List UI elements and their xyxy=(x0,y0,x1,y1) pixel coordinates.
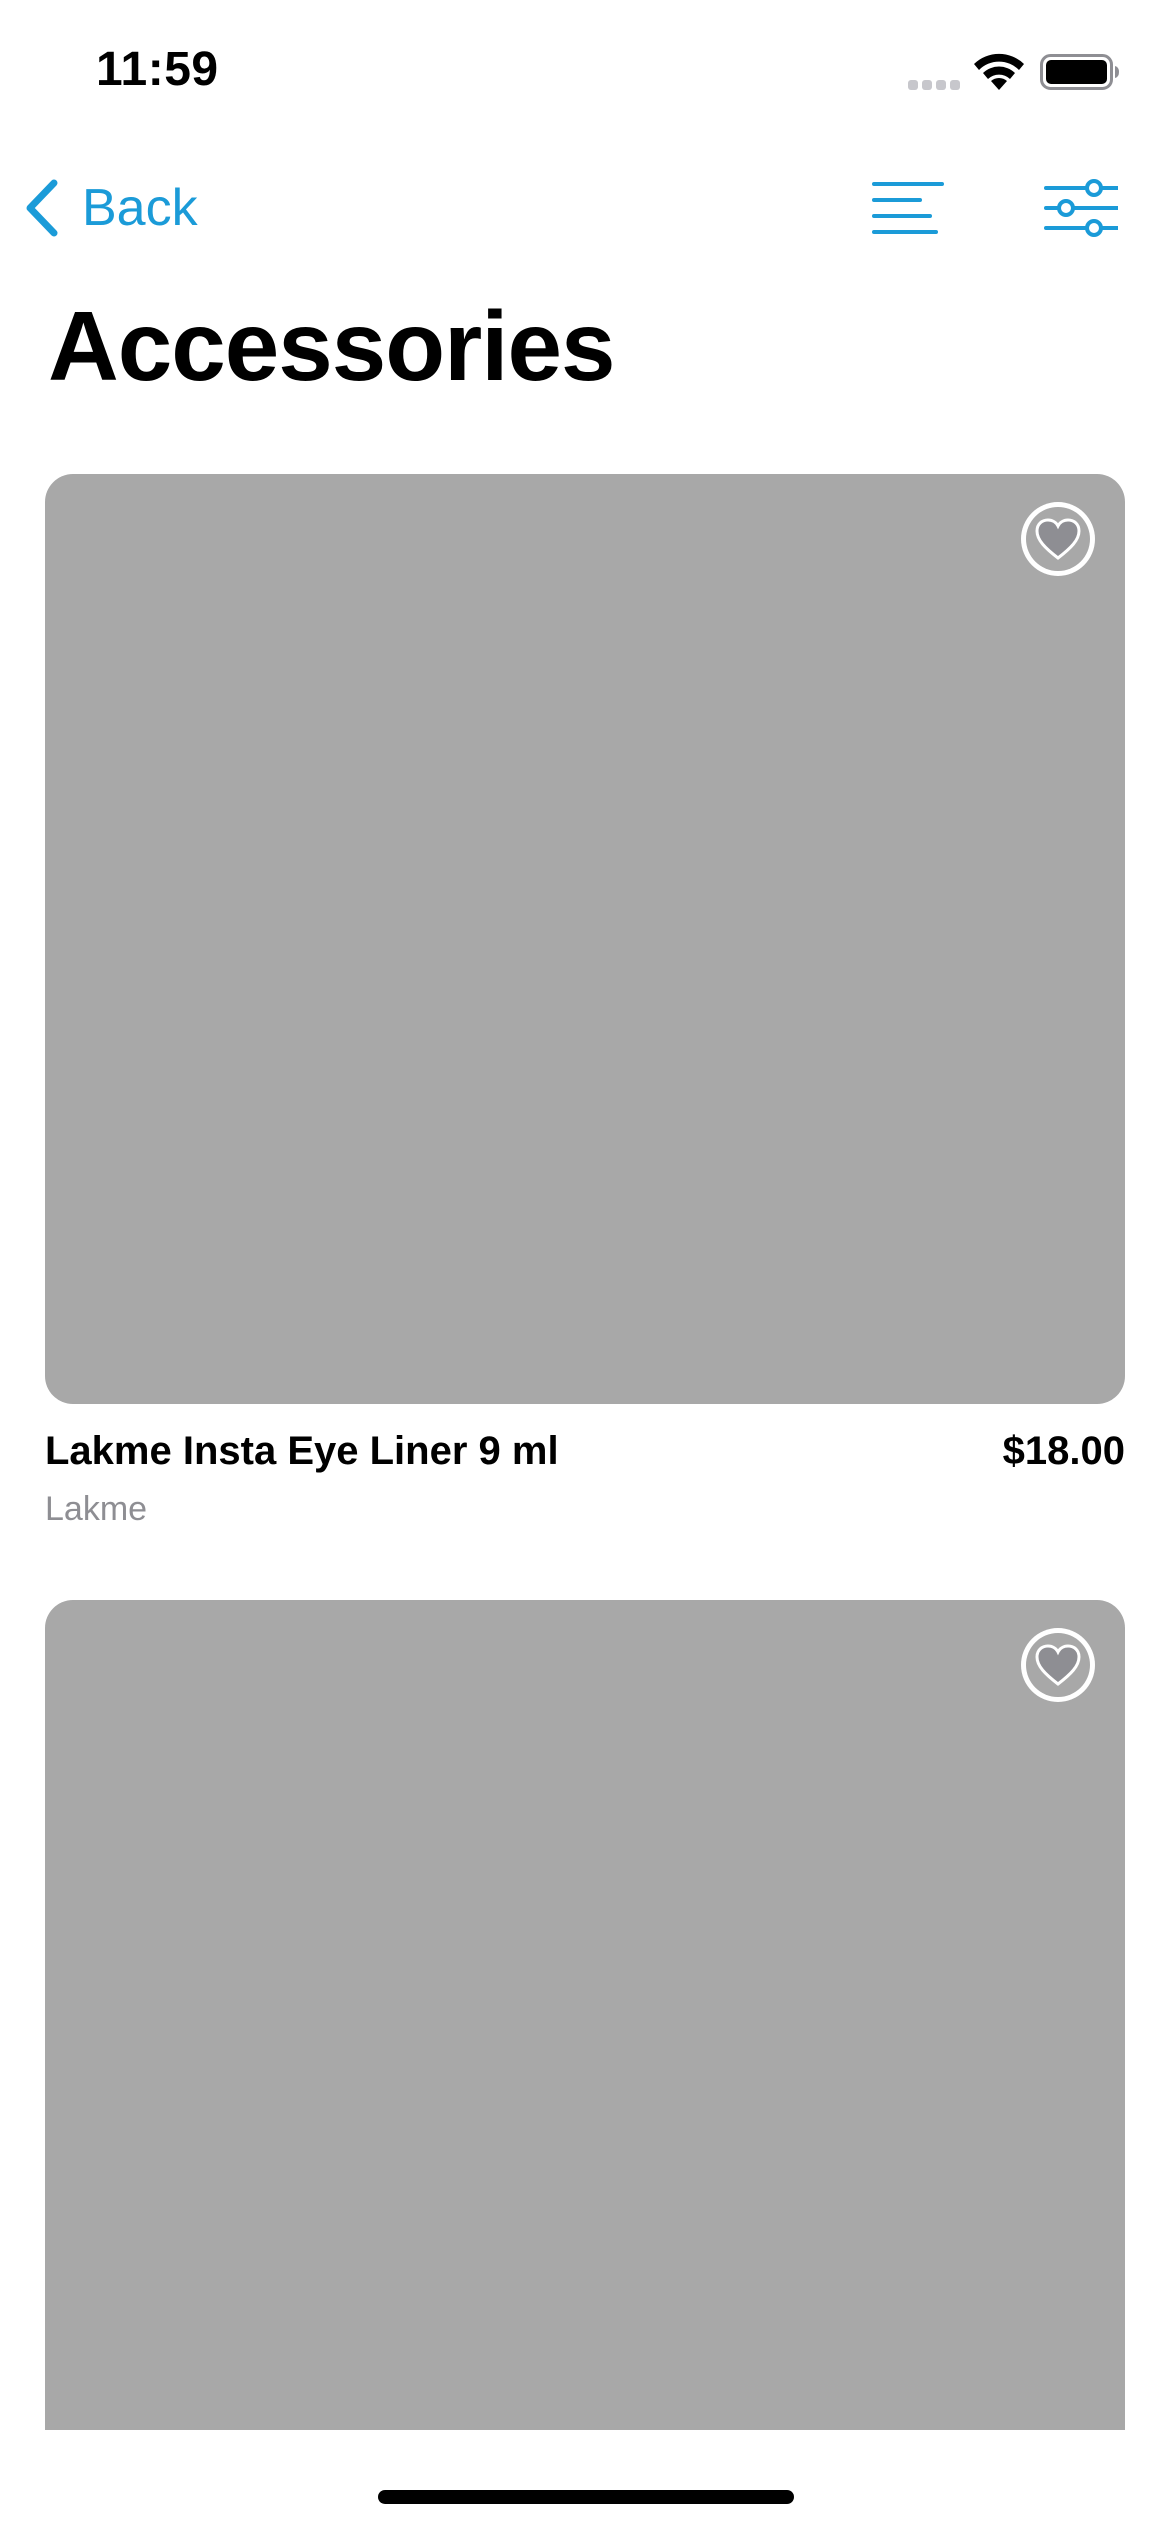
product-price: $18.00 xyxy=(1002,1429,1125,1473)
cellular-signal-icon xyxy=(908,80,960,90)
page-title: Accessories xyxy=(48,291,616,401)
sliders-icon[interactable] xyxy=(1044,174,1118,242)
product-brand: Lakme xyxy=(45,1490,148,1528)
product-card[interactable] xyxy=(45,1600,1125,2430)
product-card[interactable]: Lakme Insta Eye Liner 9 ml $18.00 Lakme xyxy=(45,474,1125,1534)
heart-icon xyxy=(1035,518,1081,560)
back-button[interactable]: Back xyxy=(22,172,198,244)
status-time: 11:59 xyxy=(96,43,219,96)
battery-icon xyxy=(1040,54,1119,90)
product-image[interactable] xyxy=(45,474,1125,1404)
home-indicator[interactable] xyxy=(378,2490,794,2504)
product-info: Lakme Insta Eye Liner 9 ml $18.00 Lakme xyxy=(45,1404,1125,1534)
product-name[interactable]: Lakme Insta Eye Liner 9 ml xyxy=(45,1426,559,1476)
favorite-button[interactable] xyxy=(1021,1628,1095,1702)
status-bar: 11:59 xyxy=(0,0,1170,140)
sort-lines-icon[interactable] xyxy=(872,174,944,242)
product-image[interactable] xyxy=(45,1600,1125,2430)
favorite-button[interactable] xyxy=(1021,502,1095,576)
back-button-label: Back xyxy=(82,179,198,237)
chevron-left-icon xyxy=(26,179,58,237)
heart-icon xyxy=(1035,1644,1081,1686)
wifi-icon xyxy=(974,53,1024,90)
